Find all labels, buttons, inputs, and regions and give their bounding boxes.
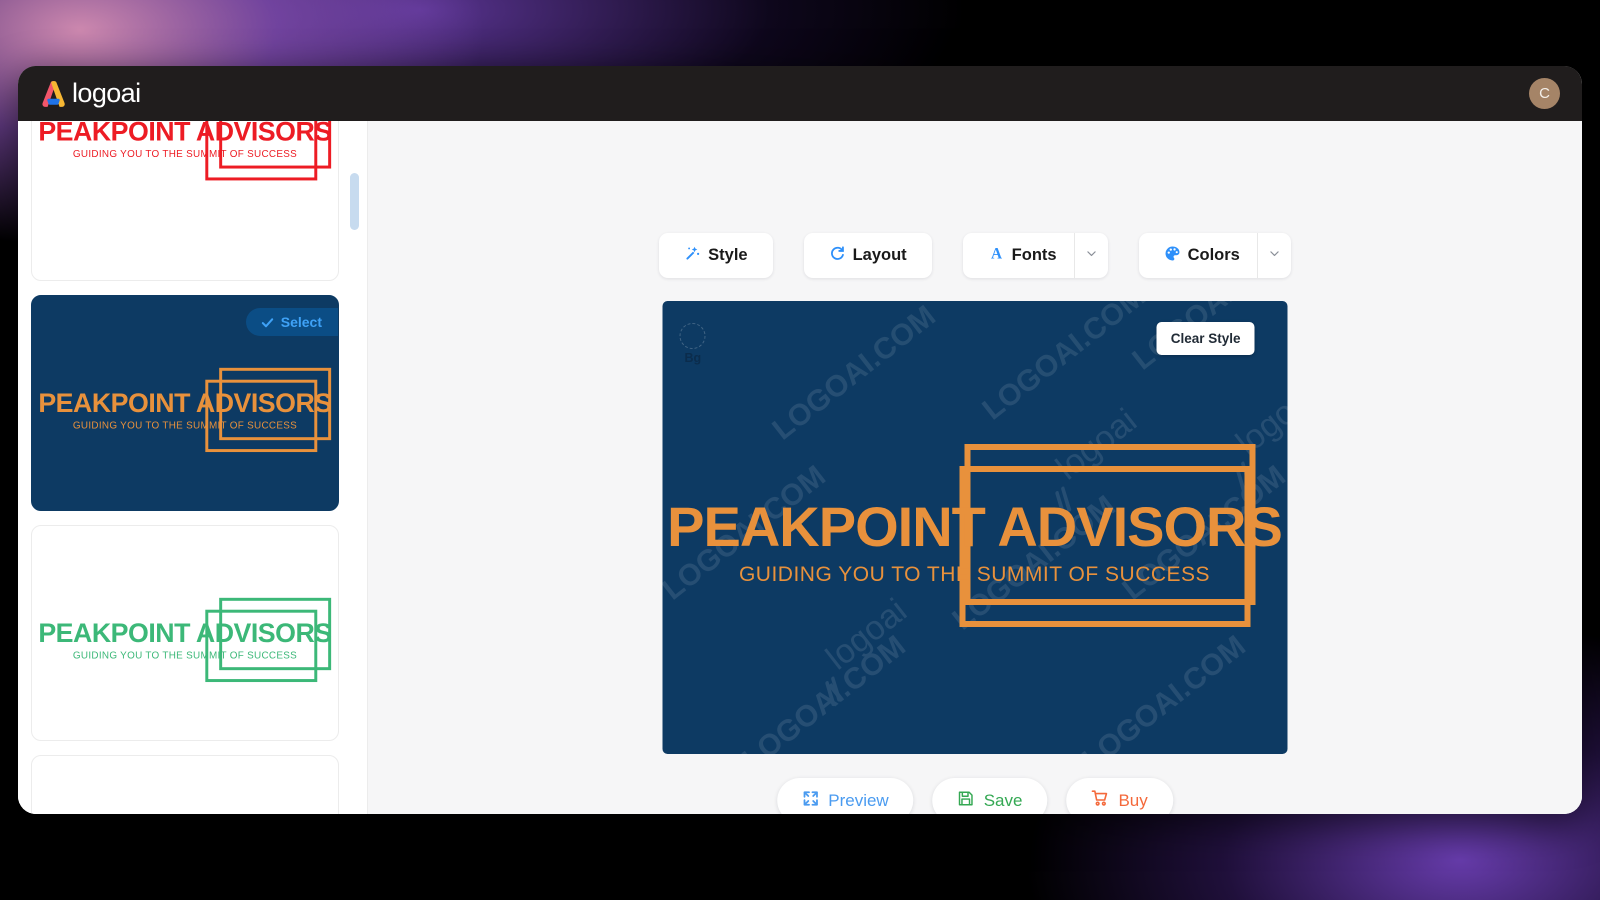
preview-button-label: Preview — [828, 790, 889, 810]
user-avatar[interactable]: C — [1529, 78, 1560, 109]
logo-artwork-orange: PEAKPOINT ADVISORS GUIDING YOU TO THE SU… — [32, 296, 338, 510]
colors-button[interactable]: Colors — [1138, 233, 1291, 278]
svg-text:PEAKPOINT ADVISORS: PEAKPOINT ADVISORS — [38, 618, 331, 648]
list-item[interactable]: PEAKPOINT ADVISORS GUIDING YOU TO THE SU… — [31, 121, 339, 281]
avatar-initial: C — [1539, 85, 1550, 102]
svg-text:PEAKPOINT ADVISORS: PEAKPOINT ADVISORS — [667, 495, 1282, 558]
list-item[interactable] — [31, 755, 339, 814]
editor-toolbar: Style Layout A Fonts Colors — [368, 233, 1582, 278]
shopping-cart-icon — [1091, 789, 1109, 812]
colors-button-label: Colors — [1187, 246, 1240, 264]
style-button-label: Style — [708, 246, 748, 264]
buy-button-label: Buy — [1118, 790, 1148, 810]
chevron-down-icon — [1268, 246, 1281, 265]
editor-action-bar: Preview Save Buy — [777, 778, 1173, 814]
sidebar-scrollbar-track[interactable] — [350, 121, 363, 814]
save-button[interactable]: Save — [932, 778, 1048, 814]
app-body: PEAKPOINT ADVISORS GUIDING YOU TO THE SU… — [18, 121, 1582, 814]
preview-button[interactable]: Preview — [777, 778, 914, 814]
editor-main-panel: Style Layout A Fonts Colors LOGOAI.COM L… — [368, 121, 1582, 814]
svg-text:GUIDING YOU TO THE SUMMIT OF S: GUIDING YOU TO THE SUMMIT OF SUCCESS — [739, 563, 1210, 586]
refresh-rotate-icon — [829, 245, 846, 267]
logoai-triangle-mark-icon — [40, 80, 67, 107]
layout-button[interactable]: Layout — [803, 233, 932, 278]
buy-button[interactable]: Buy — [1066, 778, 1173, 814]
logo-preview-canvas[interactable]: LOGOAI.COM LOGOAI.COM LOGOAI.COM LOGOAI.… — [662, 301, 1288, 754]
brand-logo[interactable]: logoai — [40, 78, 141, 108]
logo-artwork-main: PEAKPOINT ADVISORS GUIDING YOU TO THE SU… — [667, 444, 1283, 627]
logo-variants-sidebar[interactable]: PEAKPOINT ADVISORS GUIDING YOU TO THE SU… — [18, 121, 368, 814]
letter-a-icon: A — [988, 245, 1005, 267]
colors-dropdown-toggle[interactable] — [1256, 233, 1291, 278]
svg-text:PEAKPOINT ADVISORS: PEAKPOINT ADVISORS — [38, 121, 331, 146]
app-header: logoai C — [18, 66, 1582, 121]
fonts-button[interactable]: A Fonts — [962, 233, 1108, 278]
svg-text:GUIDING YOU TO THE SUMMIT OF S: GUIDING YOU TO THE SUMMIT OF SUCCESS — [73, 149, 297, 160]
svg-text:PEAKPOINT ADVISORS: PEAKPOINT ADVISORS — [38, 388, 331, 418]
browser-window: logoai C PEAKPOINT ADVISORS GUIDING YOU … — [18, 66, 1582, 814]
fonts-dropdown-toggle[interactable] — [1073, 233, 1108, 278]
fonts-button-label: Fonts — [1011, 246, 1057, 264]
chevron-down-icon — [1085, 246, 1098, 265]
floppy-disk-icon — [958, 790, 975, 812]
svg-text:A: A — [991, 245, 1002, 261]
color-palette-icon — [1164, 245, 1181, 267]
logo-artwork-red: PEAKPOINT ADVISORS GUIDING YOU TO THE SU… — [32, 121, 338, 280]
list-item-selected[interactable]: Select PEAKPOINT ADVISORS GUIDING YOU TO… — [31, 295, 339, 511]
svg-text:GUIDING YOU TO THE SUMMIT OF S: GUIDING YOU TO THE SUMMIT OF SUCCESS — [73, 651, 297, 662]
sidebar-scrollbar-thumb[interactable] — [350, 173, 359, 230]
svg-text:GUIDING YOU TO THE SUMMIT OF S: GUIDING YOU TO THE SUMMIT OF SUCCESS — [73, 421, 297, 432]
expand-fullscreen-icon — [802, 790, 819, 812]
logo-artwork-green: PEAKPOINT ADVISORS GUIDING YOU TO THE SU… — [32, 526, 338, 740]
layout-button-label: Layout — [852, 246, 907, 264]
brand-wordmark: logoai — [72, 78, 141, 108]
style-button[interactable]: Style — [659, 233, 773, 278]
logo-variants-list: PEAKPOINT ADVISORS GUIDING YOU TO THE SU… — [31, 121, 354, 814]
magic-wand-icon — [684, 245, 701, 267]
list-item[interactable]: PEAKPOINT ADVISORS GUIDING YOU TO THE SU… — [31, 525, 339, 741]
save-button-label: Save — [983, 790, 1023, 810]
logo-artwork-placeholder — [32, 756, 338, 814]
